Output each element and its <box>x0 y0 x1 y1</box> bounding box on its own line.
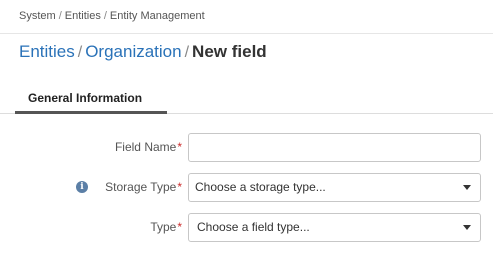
title-link-organization[interactable]: Organization <box>85 42 181 61</box>
required-marker: * <box>177 180 182 194</box>
storage-type-label-text: Storage Type <box>105 180 177 194</box>
required-marker: * <box>177 220 182 234</box>
field-name-label: Field Name* <box>115 140 182 154</box>
breadcrumb-item-entity-management[interactable]: Entity Management <box>110 10 205 22</box>
title-separator: / <box>77 44 83 61</box>
type-select-value: Choose a field type... <box>197 220 310 234</box>
field-name-row: Field Name* <box>0 133 493 163</box>
title-current: New field <box>192 42 267 61</box>
page-title: Entities / Organization / New field <box>19 42 267 62</box>
storage-type-label: Storage Type* <box>105 180 182 194</box>
field-name-label-text: Field Name <box>114 140 177 154</box>
type-row: Type* Choose a field type... <box>0 213 493 243</box>
breadcrumb-separator: / <box>58 10 62 22</box>
breadcrumb: System / Entities / Entity Management <box>19 10 205 22</box>
breadcrumb-separator: / <box>103 10 107 22</box>
chevron-down-icon <box>463 185 471 190</box>
tab-bar: General Information <box>0 86 493 114</box>
chevron-down-icon <box>463 225 471 230</box>
field-name-input[interactable] <box>188 133 481 162</box>
tab-general-information[interactable]: General Information <box>15 86 167 114</box>
breadcrumb-item-system[interactable]: System <box>19 10 56 22</box>
info-icon[interactable]: i <box>76 181 88 193</box>
required-marker: * <box>177 140 182 154</box>
storage-type-row: i Storage Type* Choose a storage type... <box>0 173 493 203</box>
title-link-entities[interactable]: Entities <box>19 42 75 61</box>
storage-type-select[interactable]: Choose a storage type... <box>188 173 481 202</box>
type-label: Type* <box>150 220 182 234</box>
top-bar: System / Entities / Entity Management <box>0 0 493 34</box>
type-select[interactable]: Choose a field type... <box>188 213 481 242</box>
breadcrumb-item-entities[interactable]: Entities <box>65 10 101 22</box>
storage-type-select-value: Choose a storage type... <box>195 180 326 194</box>
type-label-text: Type <box>150 220 177 234</box>
title-separator: / <box>184 44 190 61</box>
